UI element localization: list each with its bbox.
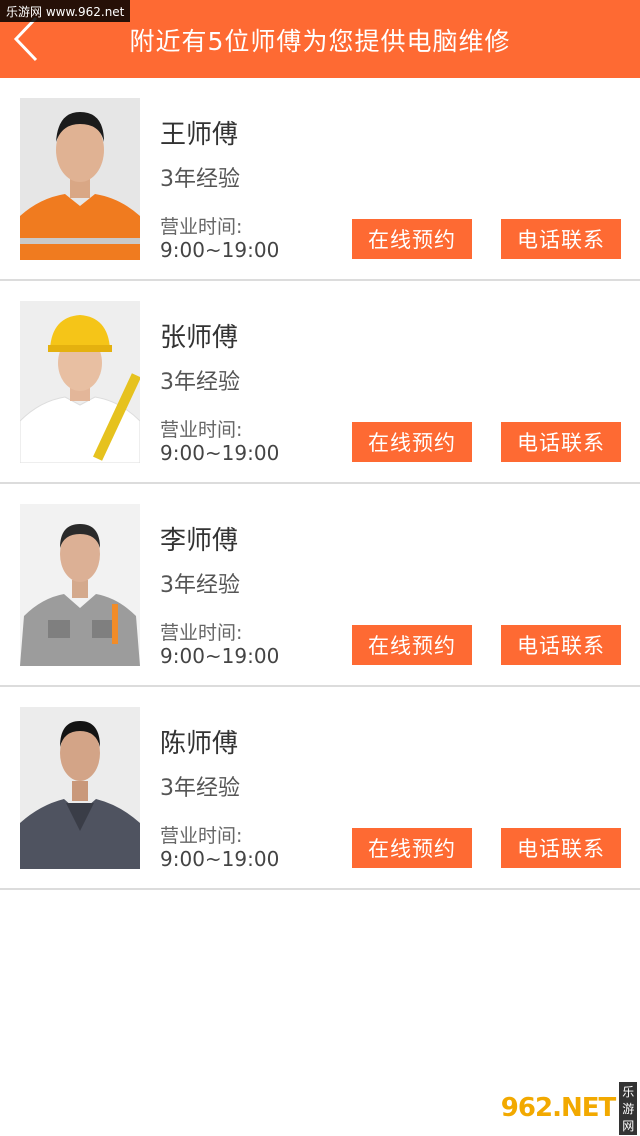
call-button[interactable]: 电话联系 xyxy=(501,219,621,259)
page-title: 附近有5位师傅为您提供电脑维修 xyxy=(129,27,511,56)
technician-card[interactable]: 张师傅 3年经验 营业时间: 9:00~19:00 在线预约 电话联系 xyxy=(0,281,640,484)
business-hours: 9:00~19:00 xyxy=(160,847,280,871)
technician-photo xyxy=(20,707,140,869)
technician-experience: 3年经验 xyxy=(160,573,240,598)
business-hours: 9:00~19:00 xyxy=(160,644,280,668)
hours-label: 营业时间: xyxy=(160,825,243,847)
technician-photo xyxy=(20,301,140,463)
technician-card[interactable]: 陈师傅 3年经验 营业时间: 9:00~19:00 在线预约 电话联系 xyxy=(0,687,640,890)
hours-label: 营业时间: xyxy=(160,419,243,441)
business-hours: 9:00~19:00 xyxy=(160,441,280,465)
call-button[interactable]: 电话联系 xyxy=(501,625,621,665)
technician-photo xyxy=(20,504,140,666)
watermark-brand: 962.NET xyxy=(500,1093,616,1123)
technician-photo xyxy=(20,98,140,260)
book-online-button[interactable]: 在线预约 xyxy=(352,422,472,462)
business-hours: 9:00~19:00 xyxy=(160,238,280,262)
book-online-button[interactable]: 在线预约 xyxy=(352,219,472,259)
technician-name: 张师傅 xyxy=(160,323,239,353)
technician-experience: 3年经验 xyxy=(160,776,240,801)
watermark-logo: 962.NET 乐游网 xyxy=(500,1081,638,1135)
watermark-sub: 乐游网 xyxy=(619,1081,638,1135)
technician-experience: 3年经验 xyxy=(160,370,240,395)
watermark-top: 乐游网 www.962.net xyxy=(0,0,131,22)
hours-label: 营业时间: xyxy=(160,216,243,238)
technician-name: 陈师傅 xyxy=(160,729,239,759)
hours-label: 营业时间: xyxy=(160,622,243,644)
book-online-button[interactable]: 在线预约 xyxy=(352,625,472,665)
call-button[interactable]: 电话联系 xyxy=(501,422,621,462)
technician-card[interactable]: 王师傅 3年经验 营业时间: 9:00~19:00 在线预约 电话联系 xyxy=(0,78,640,281)
technician-name: 李师傅 xyxy=(160,526,239,556)
book-online-button[interactable]: 在线预约 xyxy=(352,828,472,868)
technician-card[interactable]: 李师傅 3年经验 营业时间: 9:00~19:00 在线预约 电话联系 xyxy=(0,484,640,687)
technician-name: 王师傅 xyxy=(160,120,239,150)
technician-list: 王师傅 3年经验 营业时间: 9:00~19:00 在线预约 电话联系 张师傅 … xyxy=(0,78,640,890)
technician-experience: 3年经验 xyxy=(160,167,240,192)
call-button[interactable]: 电话联系 xyxy=(501,828,621,868)
